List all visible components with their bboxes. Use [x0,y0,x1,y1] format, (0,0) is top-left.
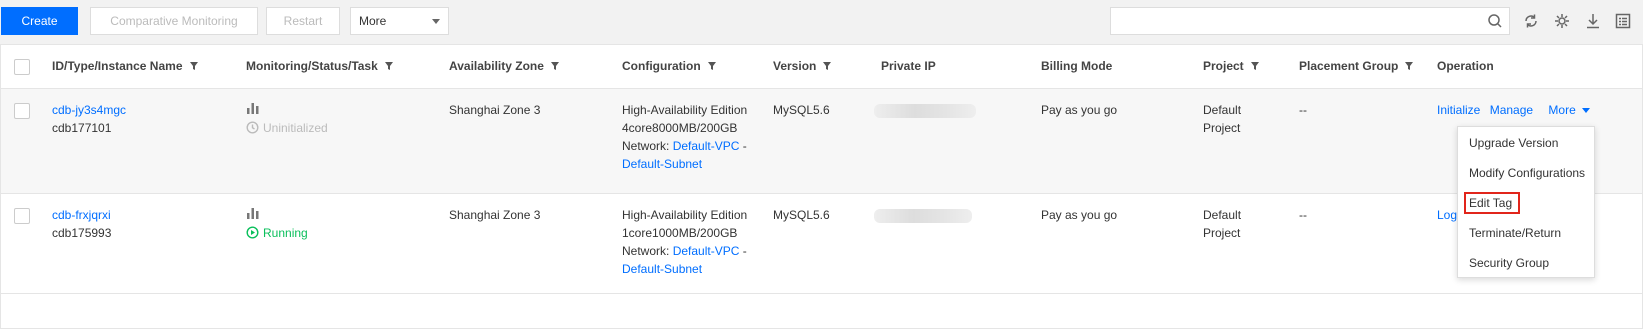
availability-zone: Shanghai Zone 3 [449,208,541,222]
billing-mode: Pay as you go [1041,103,1118,117]
status-text: Running [246,224,308,244]
subnet-link[interactable]: Default-Subnet [622,155,747,173]
menu-item-security-group[interactable]: Security Group [1469,256,1549,270]
column-header-id: ID/Type/Instance Name [52,59,199,74]
initialize-link[interactable]: Initialize [1437,103,1480,117]
vpc-link[interactable]: Default-VPC [673,139,740,153]
filter-icon[interactable] [189,60,199,74]
placement-group: -- [1299,208,1307,222]
configuration: High-Availability Edition 1core1000MB/20… [622,208,748,278]
column-header-billing: Billing Mode [1041,59,1113,73]
instance-name: cdb175993 [52,226,112,240]
download-icon[interactable] [1584,12,1602,30]
running-icon [246,226,259,244]
create-button[interactable]: Create [1,7,78,35]
version: MySQL5.6 [773,103,830,117]
availability-zone: Shanghai Zone 3 [449,103,541,117]
chevron-down-icon [432,19,440,24]
instance-table: ID/Type/Instance Name Monitoring/Status/… [0,44,1643,329]
column-header-configuration: Configuration [622,59,717,74]
version: MySQL5.6 [773,208,830,222]
instance-id-link[interactable]: cdb-jy3s4mgc [52,101,126,119]
instance-id-link[interactable]: cdb-frxjqrxi [52,206,111,224]
search-icon[interactable] [1487,13,1503,32]
table-row: cdb-jy3s4mgc cdb177101 Uninitialized Sha… [1,89,1642,194]
more-select-value: More [359,14,387,28]
row-checkbox[interactable] [14,103,30,119]
manage-link[interactable]: Manage [1490,103,1533,117]
toolbar: Create Comparative Monitoring Restart Mo… [0,0,1643,44]
column-header-zone: Availability Zone [449,59,560,74]
column-header-private-ip: Private IP [881,59,936,73]
billing-mode: Pay as you go [1041,208,1118,222]
filter-icon[interactable] [1404,60,1414,74]
monitoring-chart-icon[interactable] [246,206,308,224]
more-dropdown-menu: Upgrade Version Modify Configurations Ed… [1457,126,1595,278]
refresh-icon[interactable] [1522,12,1540,30]
subnet-link[interactable]: Default-Subnet [622,260,747,278]
menu-item-edit-tag[interactable]: Edit Tag [1469,196,1512,210]
private-ip-redacted [874,104,976,118]
project: Default Project [1203,208,1242,240]
placement-group: -- [1299,103,1307,117]
filter-icon[interactable] [384,60,394,74]
gear-icon[interactable] [1553,12,1571,30]
more-select[interactable]: More [350,7,449,35]
column-header-project: Project [1203,59,1260,74]
column-header-operation: Operation [1437,59,1494,73]
operations: Initialize Manage More [1437,101,1590,119]
restart-button[interactable]: Restart [266,7,340,35]
configuration: High-Availability Edition 4core8000MB/20… [622,103,748,173]
chevron-down-icon [1581,108,1590,114]
status-text: Uninitialized [246,119,328,139]
menu-item-modify-configurations[interactable]: Modify Configurations [1469,166,1585,180]
table-row: cdb-frxjqrxi cdb175993 Running Shanghai … [1,194,1642,294]
vpc-link[interactable]: Default-VPC [673,244,740,258]
column-settings-icon[interactable] [1614,12,1632,30]
monitoring-chart-icon[interactable] [246,101,328,119]
column-header-version: Version [773,59,832,74]
filter-icon[interactable] [1250,60,1260,74]
filter-icon[interactable] [550,60,560,74]
uninitialized-icon [246,121,259,139]
instance-name: cdb177101 [52,121,112,135]
select-all-checkbox[interactable] [14,59,30,75]
search-input[interactable] [1117,9,1477,33]
menu-item-upgrade-version[interactable]: Upgrade Version [1469,136,1558,150]
row-checkbox[interactable] [14,208,30,224]
column-header-monitoring: Monitoring/Status/Task [246,59,394,74]
private-ip-redacted [874,209,972,223]
filter-icon[interactable] [707,60,717,74]
table-header: ID/Type/Instance Name Monitoring/Status/… [1,45,1642,89]
column-header-placement: Placement Group [1299,59,1414,74]
project: Default Project [1203,103,1242,135]
menu-item-terminate-return[interactable]: Terminate/Return [1469,226,1561,240]
more-link[interactable]: More [1548,103,1590,117]
search-box[interactable] [1110,7,1510,35]
comparative-monitoring-button[interactable]: Comparative Monitoring [90,7,258,35]
filter-icon[interactable] [822,60,832,74]
